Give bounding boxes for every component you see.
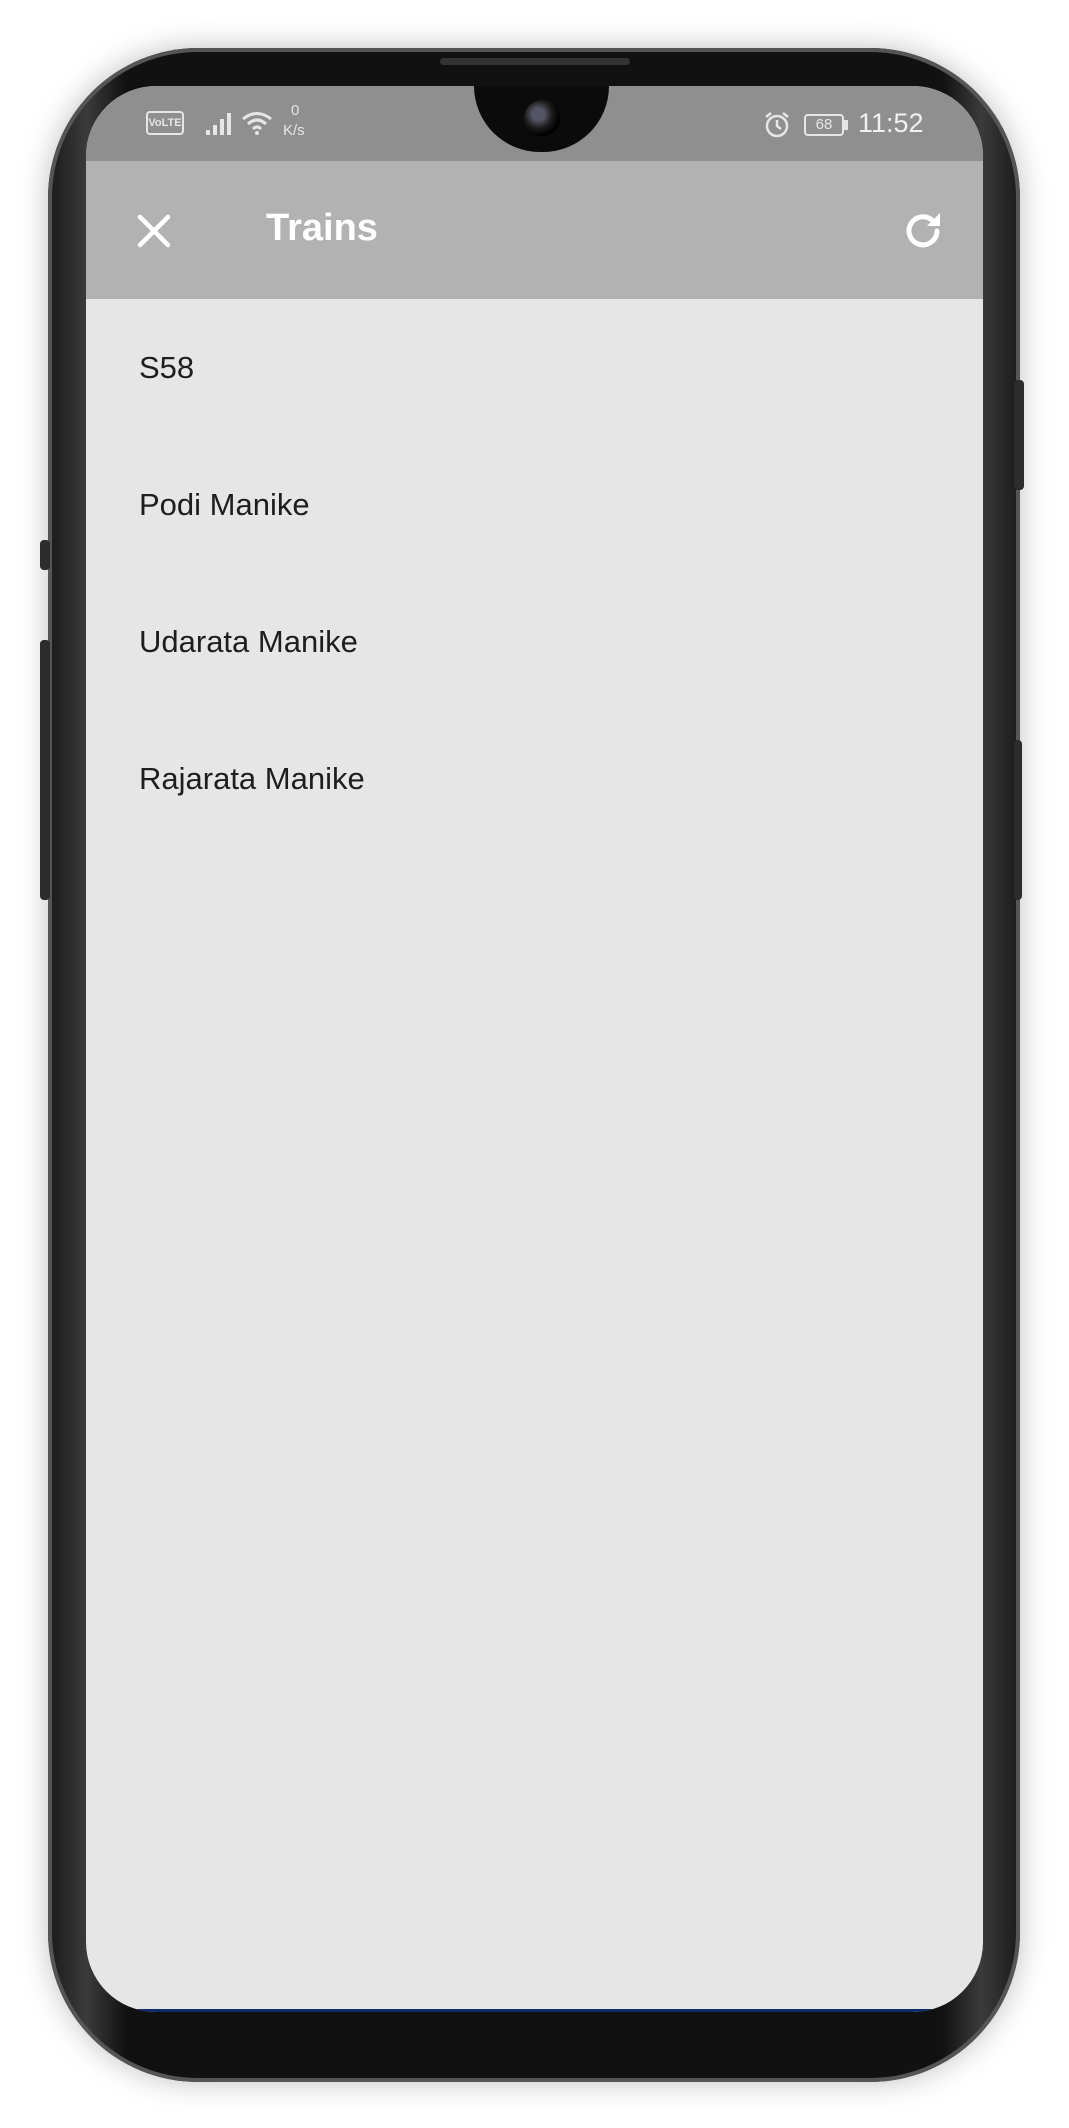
wifi-icon bbox=[242, 112, 272, 135]
volte-icon: VoLTE bbox=[146, 111, 184, 135]
hardware-button bbox=[1014, 740, 1022, 900]
list-item-train[interactable]: Rajarata Manike bbox=[86, 710, 983, 847]
hardware-button bbox=[40, 540, 50, 570]
network-speed-unit: K/s bbox=[283, 122, 305, 139]
app-toolbar: Trains bbox=[86, 161, 983, 299]
battery-cap bbox=[844, 120, 848, 130]
list-item-train[interactable]: S58 bbox=[86, 299, 983, 436]
signal-icon bbox=[206, 113, 231, 135]
close-button[interactable] bbox=[126, 203, 182, 259]
status-bar: VoLTE 0 K/s 68 11:52 bbox=[86, 86, 983, 161]
train-name: Rajarata Manike bbox=[139, 760, 365, 796]
network-speed-value: 0 bbox=[291, 102, 300, 119]
volume-button bbox=[40, 640, 50, 900]
battery-icon: 68 bbox=[804, 114, 844, 136]
alarm-icon bbox=[765, 112, 789, 138]
screen: VoLTE 0 K/s 68 11:52 Trains S58 Podi Man… bbox=[86, 86, 983, 2012]
list-item-train[interactable]: Udarata Manike bbox=[86, 573, 983, 710]
page-title: Trains bbox=[266, 207, 378, 249]
train-list: S58 Podi Manike Udarata Manike Rajarata … bbox=[86, 299, 983, 847]
train-name: S58 bbox=[139, 349, 195, 385]
power-button bbox=[1014, 380, 1024, 490]
device-frame: VoLTE 0 K/s 68 11:52 Trains S58 Podi Man… bbox=[0, 0, 1069, 2128]
close-icon bbox=[137, 214, 171, 248]
refresh-icon bbox=[906, 213, 940, 248]
status-clock: 11:52 bbox=[858, 108, 924, 138]
camera-notch bbox=[474, 86, 609, 152]
front-camera bbox=[524, 100, 560, 136]
list-item-train[interactable]: Podi Manike bbox=[86, 436, 983, 573]
screen-bottom-edge bbox=[86, 2009, 983, 2012]
train-name: Udarata Manike bbox=[139, 623, 358, 659]
train-name: Podi Manike bbox=[139, 486, 310, 522]
refresh-button[interactable] bbox=[893, 201, 953, 261]
earpiece-speaker bbox=[440, 58, 630, 65]
